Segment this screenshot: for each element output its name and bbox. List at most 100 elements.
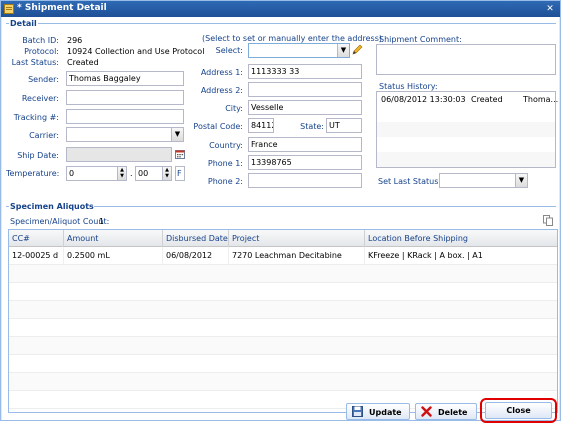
- tracking-input[interactable]: [66, 109, 184, 124]
- set-last-status-label: Set Last Status:: [378, 177, 442, 186]
- temperature-fraction-input[interactable]: 00 ▲ ▼: [135, 166, 172, 181]
- select-label: Select:: [215, 46, 243, 55]
- empty-row: [9, 355, 557, 373]
- phone1-input[interactable]: 13398765: [248, 155, 362, 170]
- close-button[interactable]: Close: [485, 402, 552, 419]
- protocol-value: 10924 Collection and Use Protocol: [67, 47, 205, 56]
- receiver-input[interactable]: [66, 90, 184, 105]
- calendar-icon[interactable]: [175, 149, 185, 159]
- empty-row: [9, 283, 557, 301]
- chevron-down-icon[interactable]: ▼: [171, 128, 183, 141]
- delete-button[interactable]: Delete: [415, 403, 477, 420]
- empty-row: [377, 122, 555, 137]
- ship-date-label: Ship Date:: [17, 151, 59, 160]
- temperature-label: Temperature:: [6, 169, 60, 178]
- column-header-amount[interactable]: Amount: [64, 230, 163, 247]
- close-icon[interactable]: ✕: [544, 3, 556, 15]
- empty-row: [9, 373, 557, 391]
- divider: [94, 206, 556, 207]
- address-select[interactable]: ▼: [248, 43, 350, 58]
- batch-id-label: Batch ID:: [22, 36, 59, 45]
- empty-row: [9, 301, 557, 319]
- empty-row: [9, 319, 557, 337]
- delete-label: Delete: [438, 408, 468, 417]
- carrier-label: Carrier:: [29, 131, 59, 140]
- history-date: 06/08/2012 13:30:03: [381, 95, 466, 104]
- cell-location: KFreeze | KRack | A box. | A1: [368, 251, 483, 260]
- column-header-location[interactable]: Location Before Shipping: [365, 230, 557, 247]
- address1-label: Address 1:: [200, 68, 243, 77]
- divider: [38, 23, 556, 24]
- shipment-comment-label: Shipment Comment:: [379, 35, 462, 44]
- protocol-label: Protocol:: [24, 47, 59, 56]
- cell-disbursed-date: 06/08/2012: [163, 247, 229, 265]
- cell-project: 7270 Leachman Decitabine: [229, 247, 365, 265]
- chevron-down-icon[interactable]: ▼: [515, 174, 527, 187]
- phone2-label: Phone 2:: [207, 177, 243, 186]
- address2-input[interactable]: [248, 82, 362, 97]
- shipment-detail-window: * Shipment Detail ✕ Detail Batch ID: 296…: [0, 0, 561, 423]
- ship-date-input[interactable]: [66, 147, 172, 162]
- temperature-fraction-value: 00: [138, 169, 149, 178]
- status-history-list: 06/08/2012 13:30:03 Created Thoma...: [376, 91, 559, 168]
- spinner-icon[interactable]: ▲ ▼: [117, 167, 126, 180]
- shipment-comment-textarea[interactable]: [376, 44, 556, 75]
- address-hint: (Select to set or manually enter the add…: [202, 34, 382, 43]
- aliquots-section-title: Specimen Aliquots: [10, 202, 94, 211]
- column-header-disbursed-date[interactable]: Disbursed Date: [163, 230, 229, 247]
- city-input[interactable]: Vesselle: [248, 100, 362, 115]
- cell-cc: 12-00025 d: [9, 247, 64, 265]
- chevron-down-icon[interactable]: ▼: [337, 44, 349, 57]
- temperature-whole-value: 0: [69, 169, 75, 178]
- sender-input[interactable]: Thomas Baggaley: [66, 71, 184, 86]
- spinner-icon[interactable]: ▲ ▼: [162, 167, 171, 180]
- status-history-label: Status History:: [379, 82, 438, 91]
- address1-input[interactable]: 1113333 33: [248, 64, 362, 79]
- save-icon: [352, 406, 363, 417]
- set-last-status-select[interactable]: ▼: [439, 173, 528, 188]
- copy-icon[interactable]: [543, 215, 553, 226]
- sender-label: Sender:: [28, 75, 59, 84]
- empty-row: [9, 337, 557, 355]
- column-header-cc[interactable]: CC#: [9, 230, 64, 247]
- divider: [6, 206, 9, 207]
- title-bar[interactable]: * Shipment Detail ✕: [1, 1, 560, 17]
- empty-row: [377, 152, 555, 167]
- receiver-label: Receiver:: [21, 94, 59, 103]
- window-icon: [4, 4, 14, 14]
- postal-code-label: Postal Code:: [193, 122, 243, 131]
- aliquot-count-value: 1: [99, 217, 105, 226]
- postal-code-input[interactable]: 84112: [248, 118, 274, 133]
- history-status: Created: [471, 95, 503, 104]
- decimal-point: .: [130, 169, 133, 178]
- pencil-icon[interactable]: [351, 44, 363, 56]
- address2-label: Address 2:: [200, 86, 243, 95]
- city-label: City:: [225, 104, 243, 113]
- last-status-value: Created: [67, 58, 99, 67]
- aliquots-grid: CC# Amount Disbursed Date Project Locati…: [8, 229, 558, 413]
- country-input[interactable]: France: [248, 137, 362, 152]
- state-input[interactable]: UT: [326, 118, 362, 133]
- aliquot-count-label: Specimen/Aliquot Count:: [10, 217, 110, 226]
- table-row[interactable]: 12-00025 d 0.2500 mL 06/08/2012 7270 Lea…: [9, 247, 557, 265]
- window-body: Detail Batch ID: 296 Protocol: 10924 Col…: [2, 17, 559, 423]
- history-user: Thoma...: [523, 95, 559, 104]
- list-item[interactable]: 06/08/2012 13:30:03 Created Thoma...: [377, 92, 559, 107]
- delete-icon: [421, 406, 432, 417]
- state-label: State:: [300, 122, 324, 131]
- empty-row: [9, 265, 557, 283]
- batch-id-value: 296: [67, 36, 83, 45]
- tracking-label: Tracking #:: [13, 113, 59, 122]
- column-header-project[interactable]: Project: [229, 230, 365, 247]
- cell-amount: 0.2500 mL: [64, 247, 163, 265]
- country-label: Country:: [209, 141, 243, 150]
- detail-section-title: Detail: [10, 19, 37, 28]
- divider: [6, 23, 9, 24]
- update-button[interactable]: Update: [346, 403, 410, 420]
- phone2-input[interactable]: [248, 173, 362, 188]
- window-title: * Shipment Detail: [17, 3, 107, 13]
- close-label: Close: [506, 406, 531, 415]
- temperature-whole-input[interactable]: 0 ▲ ▼: [66, 166, 127, 181]
- carrier-select[interactable]: ▼: [66, 127, 184, 142]
- update-label: Update: [369, 408, 402, 417]
